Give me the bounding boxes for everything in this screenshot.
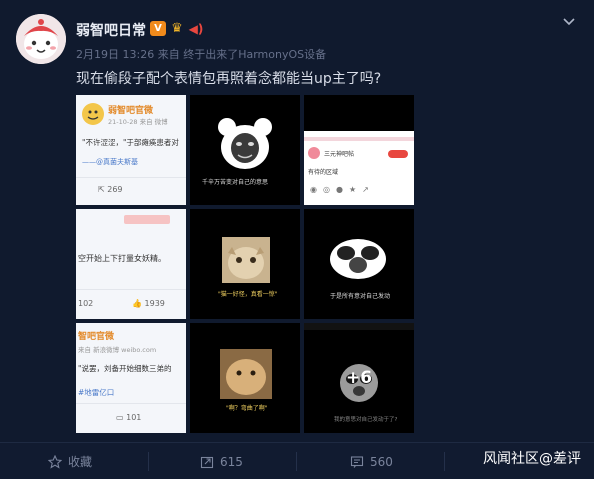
post-source: 终于出来了HarmonyOS设备 [183, 48, 327, 61]
follow-button [388, 150, 408, 158]
pink-tag [124, 215, 170, 224]
image-thumb-2[interactable]: 千辛万苦变对自己的意思 [190, 95, 300, 205]
post-meta: 2月19日 13:26 来自 终于出来了HarmonyOS设备 [76, 46, 326, 62]
comment-icon: ▭ [116, 413, 124, 422]
tile-topic: #地雷亿口 [78, 388, 115, 397]
tile-like-count: 👍 1939 [132, 299, 165, 308]
pink-bar [304, 137, 414, 141]
comment-button[interactable]: 560 [350, 443, 393, 479]
image-thumb-7[interactable]: 智吧官微 来自 新浪微博 weibo.com "说罢，刘备开始细数三弟的 #地雷… [76, 323, 186, 433]
tile-like-value: 1939 [144, 299, 165, 308]
avatar[interactable] [16, 14, 66, 64]
tile-line: 空开始上下打量女妖精。 [78, 254, 166, 263]
meme-caption: 于是所有意对自己发动 [330, 293, 391, 300]
username[interactable]: 弱智吧日常 [76, 20, 146, 40]
star-icon [48, 454, 62, 469]
image-thumb-3[interactable]: 三元神吧帖 有待的区域 ◉◎●★↗ [304, 95, 414, 205]
tile-from: 来自 新浪微博 weibo.com [78, 346, 157, 354]
divider [296, 452, 297, 471]
panda-face-meme [218, 118, 272, 169]
image-thumb-5[interactable]: "猫一好怪，真看一惊" [190, 209, 300, 319]
tile-comment-count: 102 [78, 299, 94, 308]
megaphone-icon: ◀) [188, 21, 204, 36]
image-thumb-1[interactable]: 弱智吧官微 21-10-28 来自 微博 "不许涩涩，"于部瘫痪患者对 ——@真… [76, 95, 186, 205]
tile-account-name: 智吧官微 [78, 332, 115, 342]
watermark: 风闻社区@差评 [483, 451, 581, 467]
tile-quote: "不许涩涩，"于部瘫痪患者对 [82, 138, 179, 147]
tile-time: 21-10-28 来自 微博 [108, 116, 168, 126]
image-grid: 弱智吧官微 21-10-28 来自 微博 "不许涩涩，"于部瘫痪患者对 ——@真… [76, 95, 414, 433]
image-thumb-8[interactable]: "啊？弯曲了啊" [190, 323, 300, 433]
repost-button[interactable]: 615 [200, 443, 243, 479]
divider [76, 403, 186, 404]
thread-label: 有待的区域 [308, 169, 339, 176]
chevron-down-icon[interactable] [562, 15, 576, 29]
meme-caption: "猫一好怪，真看一惊" [218, 291, 278, 298]
favorite-label: 收藏 [68, 455, 93, 469]
divider [76, 177, 186, 178]
cat-photo-meme [222, 237, 270, 283]
thread-title: 三元神吧帖 [324, 151, 355, 158]
post-date[interactable]: 2月19日 13:26 [76, 48, 154, 61]
post-text: 现在偷段子配个表情包再照着念都能当up主了吗? [76, 71, 382, 87]
thumb-up-icon: 👍 [132, 299, 142, 308]
meme-caption: "啊？弯曲了啊" [226, 405, 268, 412]
divider [444, 452, 445, 471]
thread-avatar [308, 147, 320, 159]
cat-photo-meme [220, 349, 272, 399]
comment-count: 560 [370, 454, 393, 469]
source-prefix: 来自 [157, 48, 180, 61]
comment-icon [350, 455, 364, 468]
tile-time-value: 21-10-28 [108, 118, 138, 126]
tile-comment-value: 101 [126, 413, 142, 422]
vip-crown-icon: ♛ [171, 21, 183, 36]
panda-face-meme [330, 239, 386, 279]
divider [148, 452, 149, 471]
repost-icon: ⇱ [98, 185, 105, 194]
tile-comment-count: ▭ 101 [116, 413, 141, 422]
favorite-button[interactable]: 收藏 [48, 443, 92, 479]
user-badges: V ♛ ◀) [150, 21, 204, 36]
tile-repost-count: ⇱ 269 [98, 185, 123, 194]
thread-toolbar-icons: ◉◎●★↗ [310, 185, 375, 194]
tile-quote: "说罢，刘备开始细数三弟的 [78, 364, 172, 373]
image-thumb-6[interactable]: 于是所有意对自己发动 [304, 209, 414, 319]
more-images-overlay[interactable]: +6 [304, 323, 414, 433]
image-thumb-9[interactable]: 我的意思对自己发动于了? +6 [304, 323, 414, 433]
account-avatar-icon [82, 103, 104, 125]
tile-author: ——@真菌夫斯基 [82, 158, 138, 166]
repost-icon [200, 456, 214, 468]
tile-account-name: 弱智吧官微 [108, 106, 154, 116]
image-thumb-4[interactable]: 空开始上下打量女妖精。 102 👍 1939 [76, 209, 186, 319]
tile-from: 来自 微博 [139, 118, 168, 126]
repost-count: 615 [220, 454, 243, 469]
divider [76, 289, 186, 290]
weibo-post: 弱智吧日常 V ♛ ◀) 2月19日 13:26 来自 终于出来了Harmony… [0, 0, 594, 440]
meme-caption: 千辛万苦变对自己的意思 [202, 179, 269, 186]
tile-repost-value: 269 [107, 185, 123, 194]
verified-v-icon: V [150, 21, 166, 36]
